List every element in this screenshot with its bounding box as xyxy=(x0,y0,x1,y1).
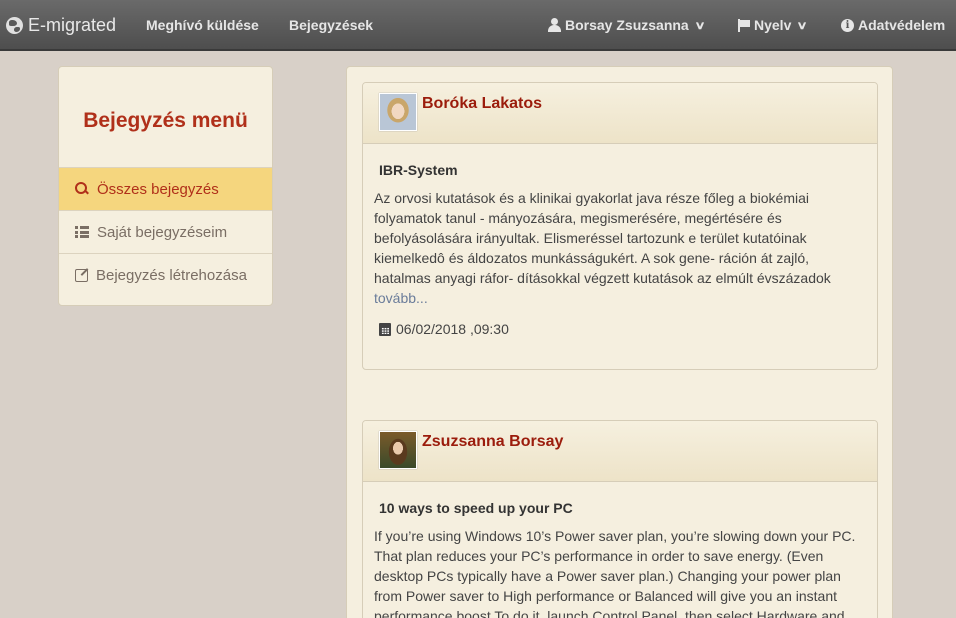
post-body-line: kiemelkedô és áldozatos munkásságukért. … xyxy=(374,250,810,266)
sidebar-title: Bejegyzés menü xyxy=(83,109,248,132)
post-menu-sidebar: Bejegyzés menü Összes bejegyzés Saját be… xyxy=(58,66,273,306)
flag-icon xyxy=(738,18,750,32)
calendar-icon xyxy=(379,322,391,336)
sidebar-item-all-posts[interactable]: Összes bejegyzés xyxy=(59,167,272,210)
avatar[interactable] xyxy=(379,431,417,469)
nav-privacy-label: Adatvédelem xyxy=(858,17,946,33)
post-card: Zsuzsanna Borsay 10 ways to speed up you… xyxy=(362,420,878,618)
post-header: Boróka Lakatos xyxy=(363,83,877,144)
nav-posts-label: Bejegyzések xyxy=(289,17,374,33)
sidebar-item-label: Bejegyzés létrehozása xyxy=(96,266,247,284)
info-icon: i xyxy=(841,18,854,32)
post-date: 06/02/2018 ,09:30 xyxy=(379,321,509,337)
post-body-line: folyamatok tanul - mányozására, megismer… xyxy=(374,210,782,226)
nav-send-invite-label: Meghívó küldése xyxy=(146,17,259,33)
nav-language-label: Nyelv xyxy=(754,17,792,33)
read-more-link[interactable]: tovább... xyxy=(374,288,864,308)
list-icon xyxy=(75,226,89,238)
post-author[interactable]: Boróka Lakatos xyxy=(422,95,542,113)
post-title[interactable]: IBR-System xyxy=(379,162,458,178)
post-body-line: from Power saver to High performance or … xyxy=(374,588,837,604)
post-author[interactable]: Zsuzsanna Borsay xyxy=(422,433,563,451)
top-navbar: E-migrated Meghívó küldése Bejegyzések B… xyxy=(0,0,956,51)
posts-panel: Boróka Lakatos IBR-System Az orvosi kuta… xyxy=(346,66,893,618)
globe-icon xyxy=(6,17,23,34)
avatar[interactable] xyxy=(379,93,417,131)
chevron-down-icon: ∨ xyxy=(694,19,706,32)
post-date-label: 06/02/2018 ,09:30 xyxy=(396,321,509,337)
nav-send-invite[interactable]: Meghívó küldése xyxy=(146,17,259,33)
nav-language-menu[interactable]: Nyelv ∨ xyxy=(738,17,809,33)
search-icon xyxy=(75,182,89,196)
brand-label: E-migrated xyxy=(28,15,117,35)
nav-user-menu[interactable]: Borsay Zsuzsanna ∨ xyxy=(548,17,706,33)
post-body-line: hatalmas anyagi ráfor- dításokkal végzet… xyxy=(374,270,831,286)
user-icon xyxy=(548,18,561,32)
nav-user-label: Borsay Zsuzsanna xyxy=(565,17,689,33)
post-body-line: befolyásolására irányultak. Elismeréssel… xyxy=(374,230,807,246)
edit-icon xyxy=(75,268,88,282)
post-body-line: desktop PCs typically have a Power saver… xyxy=(374,568,841,584)
sidebar-item-my-posts[interactable]: Saját bejegyzéseim xyxy=(59,210,272,253)
sidebar-item-label: Saját bejegyzéseim xyxy=(97,223,228,241)
nav-posts[interactable]: Bejegyzések xyxy=(289,17,373,33)
post-body-line: If you’re using Windows 10’s Power saver… xyxy=(374,528,856,544)
post-card: Boróka Lakatos IBR-System Az orvosi kuta… xyxy=(362,82,878,370)
post-body-line: Az orvosi kutatások és a klinikai gyakor… xyxy=(374,190,809,206)
chevron-down-icon: ∨ xyxy=(796,19,809,32)
sidebar-item-label: Összes bejegyzés xyxy=(97,180,219,198)
post-body-line: That plan reduces your PC’s performance … xyxy=(374,548,824,564)
brand-link[interactable]: E-migrated xyxy=(6,15,116,36)
nav-privacy[interactable]: i Adatvédelem xyxy=(841,17,945,33)
sidebar-item-create-post[interactable]: Bejegyzés létrehozása xyxy=(59,253,272,296)
post-body-line: performance boost To do it, launch Contr… xyxy=(374,608,845,618)
post-body: If you’re using Windows 10’s Power saver… xyxy=(374,526,864,618)
post-body: Az orvosi kutatások és a klinikai gyakor… xyxy=(374,188,864,308)
post-title[interactable]: 10 ways to speed up your PC xyxy=(379,500,573,516)
post-header: Zsuzsanna Borsay xyxy=(363,421,877,482)
